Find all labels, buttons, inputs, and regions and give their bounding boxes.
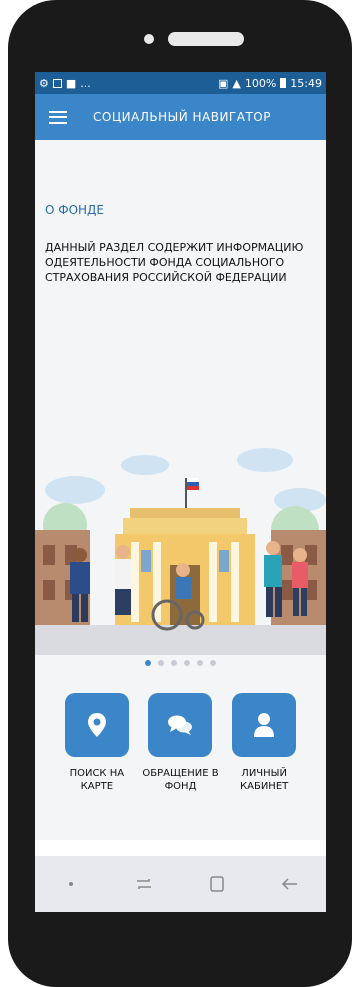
- main-content: О ФОНДЕ ДАННЫЙ РАЗДЕЛ СОДЕРЖИТ ИНФОРМАЦИ…: [35, 140, 326, 840]
- map-pin-icon[interactable]: [64, 693, 129, 757]
- front-camera: [144, 34, 154, 44]
- chat-bubbles-icon[interactable]: [148, 693, 213, 757]
- user-icon[interactable]: [232, 693, 297, 757]
- carousel-dot[interactable]: [145, 660, 151, 666]
- section-description: ДАННЫЙ РАЗДЕЛ СОДЕРЖИТ ИНФОРМАЦИЮ ОДЕЯТЕ…: [45, 241, 304, 284]
- app-screen: ⚙ ■ ... ▣ ▲ 100% 15:49 СОЦИАЛЬНЫЙ НАВИГА…: [35, 72, 326, 912]
- clock: 15:49: [290, 76, 322, 90]
- map-search-tile[interactable]: ПОИСК НА КАРТЕ: [57, 693, 137, 793]
- carousel-dot[interactable]: [184, 660, 190, 666]
- carousel-dot[interactable]: [210, 660, 216, 666]
- phone-frame: ⚙ ■ ... ▣ ▲ 100% 15:49 СОЦИАЛЬНЫЙ НАВИГА…: [8, 0, 352, 987]
- video-notification-icon: ■: [65, 76, 77, 90]
- home-button-icon[interactable]: [197, 864, 237, 904]
- earpiece-speaker: [168, 32, 244, 46]
- back-arrow-icon[interactable]: [270, 864, 310, 904]
- carousel-indicator: [35, 660, 326, 666]
- carousel-dot[interactable]: [158, 660, 164, 666]
- fund-building-illustration: [35, 430, 326, 655]
- hamburger-icon[interactable]: [49, 110, 67, 124]
- image-notification-icon: [52, 78, 62, 88]
- quick-actions: ПОИСК НА КАРТЕ ОБРАЩЕНИЕ В ФОНД ЛИЧНЫЙ К…: [35, 693, 326, 793]
- battery-icon: [280, 78, 287, 88]
- carousel-dot[interactable]: [197, 660, 203, 666]
- personal-account-label: ЛИЧНЫЙ КАБИНЕТ: [240, 768, 289, 792]
- app-bar: СОЦИАЛЬНЫЙ НАВИГАТОР: [35, 94, 326, 140]
- appeal-tile[interactable]: ОБРАЩЕНИЕ В ФОНД: [140, 693, 220, 793]
- nav-dot-button[interactable]: [51, 864, 91, 904]
- system-navigation-bar: [35, 856, 326, 912]
- carousel-dot[interactable]: [171, 660, 177, 666]
- status-bar: ⚙ ■ ... ▣ ▲ 100% 15:49: [35, 72, 326, 94]
- recent-apps-icon[interactable]: [124, 864, 164, 904]
- app-title: СОЦИАЛЬНЫЙ НАВИГАТОР: [93, 110, 271, 124]
- notification-icon: ⚙: [39, 76, 49, 90]
- map-search-label: ПОИСК НА КАРТЕ: [69, 768, 125, 792]
- battery-percent: 100%: [244, 76, 277, 90]
- more-notifications: ...: [80, 76, 91, 90]
- section-title: О ФОНДЕ: [45, 203, 105, 217]
- signal-icon: ▲: [232, 76, 241, 90]
- appeal-label: ОБРАЩЕНИЕ В ФОНД: [142, 768, 219, 792]
- personal-account-tile[interactable]: ЛИЧНЫЙ КАБИНЕТ: [224, 693, 304, 793]
- cast-icon: ▣: [217, 76, 229, 90]
